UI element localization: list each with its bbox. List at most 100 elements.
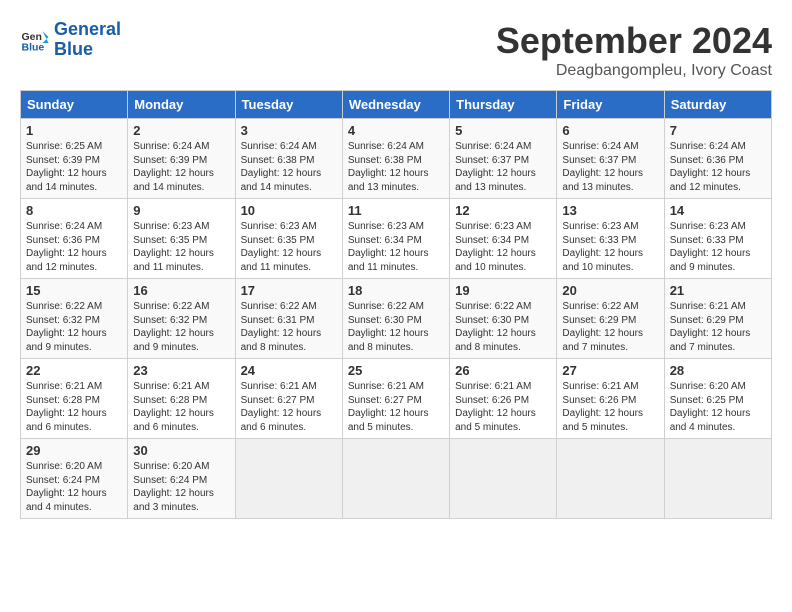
day-detail: Sunrise: 6:21 AMSunset: 6:26 PMDaylight:… bbox=[562, 381, 643, 433]
calendar-day-cell: 27 Sunrise: 6:21 AMSunset: 6:26 PMDaylig… bbox=[557, 359, 664, 439]
day-detail: Sunrise: 6:21 AMSunset: 6:27 PMDaylight:… bbox=[348, 381, 429, 433]
col-tuesday: Tuesday bbox=[235, 91, 342, 119]
day-number: 18 bbox=[348, 283, 444, 298]
calendar-header-row: Sunday Monday Tuesday Wednesday Thursday… bbox=[21, 91, 772, 119]
day-detail: Sunrise: 6:24 AMSunset: 6:38 PMDaylight:… bbox=[241, 141, 322, 193]
day-detail: Sunrise: 6:23 AMSunset: 6:33 PMDaylight:… bbox=[670, 221, 751, 273]
calendar-day-cell: 15 Sunrise: 6:22 AMSunset: 6:32 PMDaylig… bbox=[21, 279, 128, 359]
day-number: 26 bbox=[455, 363, 551, 378]
calendar-table: Sunday Monday Tuesday Wednesday Thursday… bbox=[20, 90, 772, 519]
day-detail: Sunrise: 6:24 AMSunset: 6:39 PMDaylight:… bbox=[133, 141, 214, 193]
day-number: 8 bbox=[26, 203, 122, 218]
calendar-week-row: 8 Sunrise: 6:24 AMSunset: 6:36 PMDayligh… bbox=[21, 199, 772, 279]
calendar-day-cell: 1 Sunrise: 6:25 AMSunset: 6:39 PMDayligh… bbox=[21, 119, 128, 199]
day-detail: Sunrise: 6:21 AMSunset: 6:28 PMDaylight:… bbox=[26, 381, 107, 433]
col-friday: Friday bbox=[557, 91, 664, 119]
calendar-day-cell: 5 Sunrise: 6:24 AMSunset: 6:37 PMDayligh… bbox=[450, 119, 557, 199]
calendar-day-cell: 6 Sunrise: 6:24 AMSunset: 6:37 PMDayligh… bbox=[557, 119, 664, 199]
calendar-day-cell: 26 Sunrise: 6:21 AMSunset: 6:26 PMDaylig… bbox=[450, 359, 557, 439]
day-number: 5 bbox=[455, 123, 551, 138]
day-number: 16 bbox=[133, 283, 229, 298]
col-thursday: Thursday bbox=[450, 91, 557, 119]
day-detail: Sunrise: 6:24 AMSunset: 6:36 PMDaylight:… bbox=[26, 221, 107, 273]
calendar-day-cell: 11 Sunrise: 6:23 AMSunset: 6:34 PMDaylig… bbox=[342, 199, 449, 279]
calendar-day-cell bbox=[664, 439, 771, 519]
day-number: 2 bbox=[133, 123, 229, 138]
day-detail: Sunrise: 6:22 AMSunset: 6:30 PMDaylight:… bbox=[348, 301, 429, 353]
calendar-day-cell: 29 Sunrise: 6:20 AMSunset: 6:24 PMDaylig… bbox=[21, 439, 128, 519]
col-saturday: Saturday bbox=[664, 91, 771, 119]
day-detail: Sunrise: 6:24 AMSunset: 6:36 PMDaylight:… bbox=[670, 141, 751, 193]
calendar-day-cell bbox=[342, 439, 449, 519]
calendar-week-row: 1 Sunrise: 6:25 AMSunset: 6:39 PMDayligh… bbox=[21, 119, 772, 199]
calendar-week-row: 22 Sunrise: 6:21 AMSunset: 6:28 PMDaylig… bbox=[21, 359, 772, 439]
day-detail: Sunrise: 6:23 AMSunset: 6:34 PMDaylight:… bbox=[455, 221, 536, 273]
day-detail: Sunrise: 6:24 AMSunset: 6:37 PMDaylight:… bbox=[455, 141, 536, 193]
calendar-day-cell: 22 Sunrise: 6:21 AMSunset: 6:28 PMDaylig… bbox=[21, 359, 128, 439]
day-number: 30 bbox=[133, 443, 229, 458]
day-number: 9 bbox=[133, 203, 229, 218]
calendar-day-cell: 3 Sunrise: 6:24 AMSunset: 6:38 PMDayligh… bbox=[235, 119, 342, 199]
svg-text:Blue: Blue bbox=[22, 41, 45, 53]
calendar-week-row: 15 Sunrise: 6:22 AMSunset: 6:32 PMDaylig… bbox=[21, 279, 772, 359]
calendar-day-cell: 23 Sunrise: 6:21 AMSunset: 6:28 PMDaylig… bbox=[128, 359, 235, 439]
day-number: 22 bbox=[26, 363, 122, 378]
day-detail: Sunrise: 6:22 AMSunset: 6:30 PMDaylight:… bbox=[455, 301, 536, 353]
day-number: 25 bbox=[348, 363, 444, 378]
calendar-day-cell: 24 Sunrise: 6:21 AMSunset: 6:27 PMDaylig… bbox=[235, 359, 342, 439]
day-detail: Sunrise: 6:25 AMSunset: 6:39 PMDaylight:… bbox=[26, 141, 107, 193]
calendar-day-cell: 4 Sunrise: 6:24 AMSunset: 6:38 PMDayligh… bbox=[342, 119, 449, 199]
day-number: 10 bbox=[241, 203, 337, 218]
day-number: 7 bbox=[670, 123, 766, 138]
day-number: 12 bbox=[455, 203, 551, 218]
day-number: 1 bbox=[26, 123, 122, 138]
day-number: 29 bbox=[26, 443, 122, 458]
day-detail: Sunrise: 6:21 AMSunset: 6:29 PMDaylight:… bbox=[670, 301, 751, 353]
day-number: 23 bbox=[133, 363, 229, 378]
day-detail: Sunrise: 6:24 AMSunset: 6:37 PMDaylight:… bbox=[562, 141, 643, 193]
calendar-day-cell: 19 Sunrise: 6:22 AMSunset: 6:30 PMDaylig… bbox=[450, 279, 557, 359]
calendar-day-cell: 30 Sunrise: 6:20 AMSunset: 6:24 PMDaylig… bbox=[128, 439, 235, 519]
calendar-day-cell: 7 Sunrise: 6:24 AMSunset: 6:36 PMDayligh… bbox=[664, 119, 771, 199]
day-detail: Sunrise: 6:23 AMSunset: 6:33 PMDaylight:… bbox=[562, 221, 643, 273]
calendar-day-cell: 8 Sunrise: 6:24 AMSunset: 6:36 PMDayligh… bbox=[21, 199, 128, 279]
month-year-title: September 2024 bbox=[496, 20, 772, 62]
calendar-day-cell: 12 Sunrise: 6:23 AMSunset: 6:34 PMDaylig… bbox=[450, 199, 557, 279]
day-detail: Sunrise: 6:22 AMSunset: 6:32 PMDaylight:… bbox=[26, 301, 107, 353]
calendar-day-cell: 21 Sunrise: 6:21 AMSunset: 6:29 PMDaylig… bbox=[664, 279, 771, 359]
day-detail: Sunrise: 6:20 AMSunset: 6:25 PMDaylight:… bbox=[670, 381, 751, 433]
day-detail: Sunrise: 6:20 AMSunset: 6:24 PMDaylight:… bbox=[133, 461, 214, 513]
calendar-day-cell: 10 Sunrise: 6:23 AMSunset: 6:35 PMDaylig… bbox=[235, 199, 342, 279]
day-detail: Sunrise: 6:24 AMSunset: 6:38 PMDaylight:… bbox=[348, 141, 429, 193]
calendar-day-cell: 20 Sunrise: 6:22 AMSunset: 6:29 PMDaylig… bbox=[557, 279, 664, 359]
calendar-day-cell: 14 Sunrise: 6:23 AMSunset: 6:33 PMDaylig… bbox=[664, 199, 771, 279]
day-detail: Sunrise: 6:22 AMSunset: 6:31 PMDaylight:… bbox=[241, 301, 322, 353]
day-number: 27 bbox=[562, 363, 658, 378]
day-number: 28 bbox=[670, 363, 766, 378]
day-number: 14 bbox=[670, 203, 766, 218]
calendar-day-cell bbox=[557, 439, 664, 519]
day-number: 11 bbox=[348, 203, 444, 218]
day-detail: Sunrise: 6:22 AMSunset: 6:29 PMDaylight:… bbox=[562, 301, 643, 353]
day-detail: Sunrise: 6:23 AMSunset: 6:34 PMDaylight:… bbox=[348, 221, 429, 273]
day-number: 4 bbox=[348, 123, 444, 138]
calendar-week-row: 29 Sunrise: 6:20 AMSunset: 6:24 PMDaylig… bbox=[21, 439, 772, 519]
calendar-day-cell: 13 Sunrise: 6:23 AMSunset: 6:33 PMDaylig… bbox=[557, 199, 664, 279]
logo-text: GeneralBlue bbox=[54, 20, 121, 60]
calendar-day-cell: 9 Sunrise: 6:23 AMSunset: 6:35 PMDayligh… bbox=[128, 199, 235, 279]
calendar-day-cell bbox=[450, 439, 557, 519]
day-number: 24 bbox=[241, 363, 337, 378]
day-number: 6 bbox=[562, 123, 658, 138]
day-detail: Sunrise: 6:21 AMSunset: 6:27 PMDaylight:… bbox=[241, 381, 322, 433]
col-wednesday: Wednesday bbox=[342, 91, 449, 119]
calendar-day-cell: 16 Sunrise: 6:22 AMSunset: 6:32 PMDaylig… bbox=[128, 279, 235, 359]
day-number: 3 bbox=[241, 123, 337, 138]
calendar-day-cell: 18 Sunrise: 6:22 AMSunset: 6:30 PMDaylig… bbox=[342, 279, 449, 359]
day-detail: Sunrise: 6:23 AMSunset: 6:35 PMDaylight:… bbox=[133, 221, 214, 273]
day-detail: Sunrise: 6:23 AMSunset: 6:35 PMDaylight:… bbox=[241, 221, 322, 273]
day-detail: Sunrise: 6:21 AMSunset: 6:28 PMDaylight:… bbox=[133, 381, 214, 433]
col-sunday: Sunday bbox=[21, 91, 128, 119]
location-subtitle: Deagbangompleu, Ivory Coast bbox=[496, 62, 772, 80]
col-monday: Monday bbox=[128, 91, 235, 119]
day-detail: Sunrise: 6:20 AMSunset: 6:24 PMDaylight:… bbox=[26, 461, 107, 513]
